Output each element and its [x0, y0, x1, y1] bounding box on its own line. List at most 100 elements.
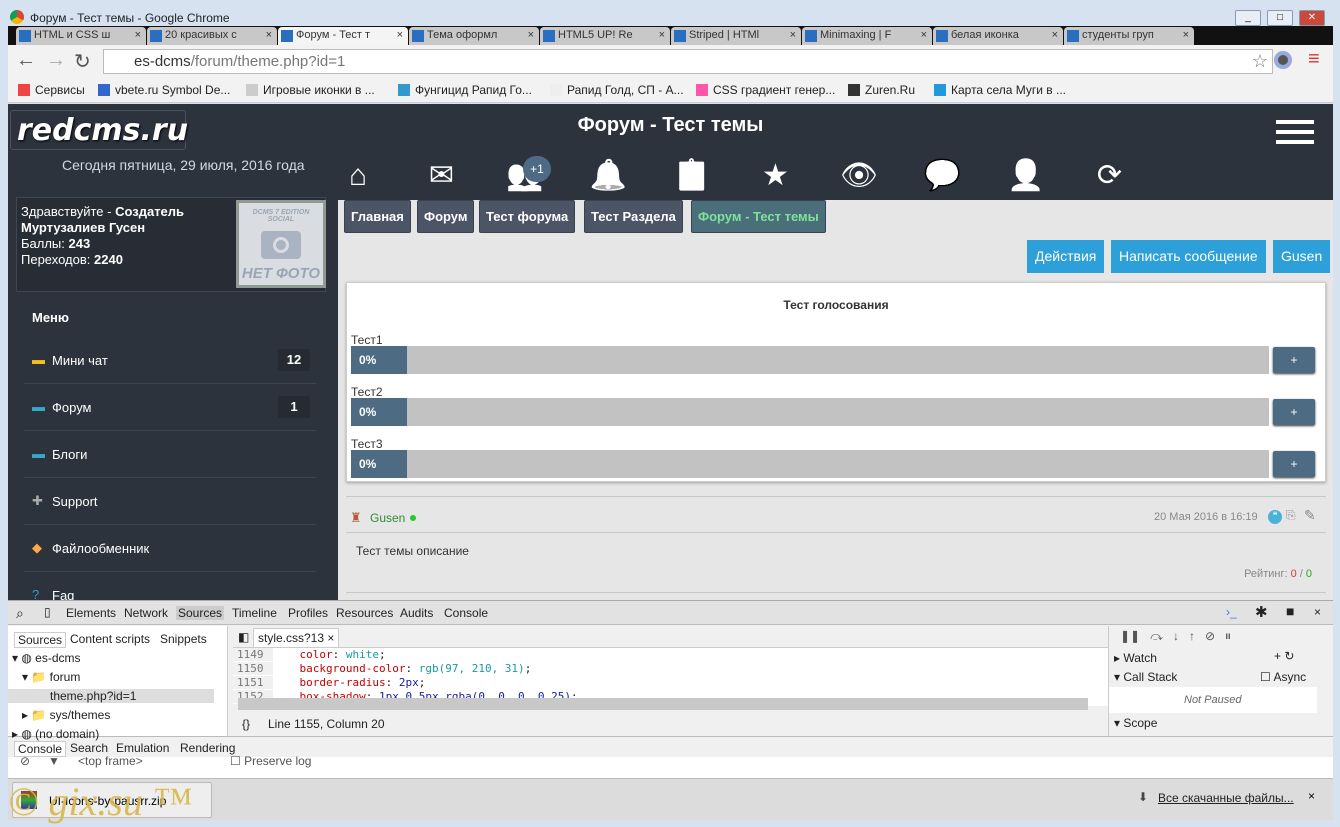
bookmark-item[interactable]: Фунгицид Рапид Го... [398, 83, 532, 97]
sidebar-item[interactable]: ? Faq [24, 573, 316, 600]
bookmark-item[interactable]: vbete.ru Symbol De... [98, 83, 230, 97]
browser-tab[interactable]: белая иконка × [933, 27, 1063, 45]
async-checkbox[interactable]: ☐ Async [1260, 670, 1306, 684]
close-tab-icon[interactable]: × [1052, 29, 1058, 41]
devtools-tab[interactable]: Network [124, 606, 168, 620]
inspect-search-icon[interactable]: ⌕ [16, 605, 24, 622]
drawer-tab[interactable]: Rendering [180, 741, 235, 755]
post-author[interactable]: Gusen [370, 511, 405, 525]
breadcrumb-item[interactable]: Форум - Тест темы [691, 200, 826, 233]
sidebar-item[interactable]: ◆ Файлообменник [24, 526, 316, 572]
watch-section[interactable]: ▸ Watch [1114, 651, 1157, 665]
browser-tab[interactable]: HTML и CSS ш × [16, 27, 146, 45]
settings-gear-icon[interactable]: ✱ [1255, 603, 1268, 621]
close-tab-icon[interactable]: × [266, 29, 272, 41]
sidebar-item[interactable]: ✚ Support [24, 479, 316, 525]
all-downloads-link[interactable]: Все скачанные файлы... [1158, 791, 1294, 805]
rating-positive[interactable]: 0 [1306, 568, 1312, 580]
file-tab[interactable]: style.css?13 × [253, 628, 340, 648]
browser-tab[interactable]: Minimaxing | F × [802, 27, 932, 45]
vote-button[interactable]: + [1273, 451, 1315, 477]
sidebar-item[interactable]: ▬ Форум 1 [24, 385, 316, 431]
navigator-tab[interactable]: Content scripts [70, 632, 150, 646]
devtools-tab[interactable]: Resources [336, 606, 393, 620]
bookmark-item[interactable]: Игровые иконки в ... [246, 83, 375, 97]
bookmark-item[interactable]: Рапид Голд, СП - А... [550, 83, 684, 97]
toggle-navigator-icon[interactable]: ◧ [238, 630, 249, 644]
devtools-tab[interactable]: Sources [176, 606, 225, 620]
eye-icon[interactable]: 👁 [839, 158, 879, 194]
close-tab-icon[interactable]: × [790, 29, 796, 41]
breadcrumb-item[interactable]: Главная [344, 200, 411, 233]
bookmark-item[interactable]: CSS градиент генер... [696, 83, 835, 97]
close-tab-icon[interactable]: × [135, 29, 141, 41]
devtools-tab[interactable]: Elements [66, 606, 116, 620]
drawer-tab[interactable]: Console [14, 741, 67, 757]
call-stack-section[interactable]: ▾ Call Stack [1114, 670, 1177, 684]
vote-button[interactable]: + [1273, 347, 1315, 373]
close-devtools-icon[interactable]: × [1314, 605, 1321, 619]
scope-section[interactable]: ▾ Scope [1114, 716, 1157, 730]
user-icon[interactable]: 👤 [1006, 158, 1046, 194]
close-tab-icon[interactable]: × [659, 29, 665, 41]
edit-pencil-icon[interactable]: ✎ [1304, 507, 1316, 524]
home-icon[interactable]: ⌂ [338, 158, 378, 194]
close-tab-icon[interactable]: × [397, 29, 403, 41]
watch-add-refresh[interactable]: + ↻ [1274, 649, 1294, 663]
browser-tab[interactable]: Форум - Тест т × [278, 27, 408, 45]
bookmark-item[interactable]: Сервисы [18, 83, 85, 97]
reload-icon[interactable]: ↻ [74, 49, 91, 74]
address-bar[interactable]: es-dcms/forum/theme.php?id=1 ☆ [103, 49, 1273, 74]
close-tab-icon[interactable]: × [528, 29, 534, 41]
devtools-tab[interactable]: Timeline [232, 606, 277, 620]
drawer-tab[interactable]: Emulation [116, 741, 169, 755]
file-tree-item[interactable]: ▸ 📁 sys/themes [22, 708, 110, 722]
sidebar-item[interactable]: ▬ Мини чат 12 [24, 338, 316, 384]
frame-select[interactable]: <top frame> [78, 754, 143, 768]
action-button[interactable]: Написать сообщение [1111, 240, 1266, 273]
navigator-tab[interactable]: Snippets [160, 632, 207, 646]
file-tree-item[interactable]: ▾ ◍ es-dcms [12, 651, 81, 665]
back-icon[interactable]: ← [16, 49, 36, 72]
bell-icon[interactable]: 🔔 [589, 158, 629, 194]
star-icon[interactable]: ★ [756, 158, 796, 194]
navigator-tab[interactable]: Sources [14, 632, 67, 648]
chat-icon[interactable]: 💬 [923, 158, 963, 194]
mail-icon[interactable]: ✉ [422, 158, 462, 194]
avatar[interactable]: DCMS 7 EDITION SOCIAL НЕТ ФОТО [236, 200, 326, 288]
site-logo[interactable]: redcms.ru [10, 110, 188, 150]
close-download-bar[interactable]: × [1308, 789, 1315, 803]
minimize-button[interactable]: _ [1235, 10, 1261, 26]
menu-icon[interactable]: ≡ [1308, 48, 1320, 71]
star-bookmark-icon[interactable]: ☆ [1252, 51, 1268, 72]
browser-tab[interactable]: Тема оформл × [409, 27, 539, 45]
maximize-button[interactable]: □ [1267, 10, 1293, 26]
browser-tab[interactable]: 20 красивых с × [147, 27, 277, 45]
devtools-tab[interactable]: Profiles [288, 606, 328, 620]
browser-tab[interactable]: Striped | HTMl × [671, 27, 801, 45]
drawer-tab[interactable]: Search [70, 741, 108, 755]
devtools-tab[interactable]: Audits [400, 606, 433, 620]
pretty-print-icon[interactable]: {} [242, 717, 250, 731]
close-tab-icon[interactable]: × [921, 29, 927, 41]
browser-tab[interactable]: HTML5 UP! Re × [540, 27, 670, 45]
hamburger-menu-icon[interactable] [1276, 120, 1314, 144]
reply-icon[interactable]: ⎘ [1286, 508, 1296, 523]
close-tab-icon[interactable]: × [1183, 29, 1189, 41]
preserve-log-checkbox[interactable]: ☐ Preserve log [230, 754, 311, 768]
sidebar-item[interactable]: ▬ Блоги [24, 432, 316, 478]
breadcrumb-item[interactable]: Тест форума [479, 200, 576, 233]
extension-eye-icon[interactable] [1274, 51, 1292, 69]
bookmark-item[interactable]: Zuren.Ru [848, 83, 915, 97]
file-tree-item[interactable]: ▾ 📁 forum [22, 670, 80, 684]
user-name[interactable]: Муртузалиев Гусен [21, 220, 145, 235]
console-drawer-icon[interactable]: ›_ [1226, 605, 1237, 619]
close-window-button[interactable]: ✕ [1299, 10, 1325, 26]
device-mode-icon[interactable]: ▯ [44, 605, 51, 619]
horizontal-scrollbar[interactable] [238, 698, 1088, 710]
clipboard-icon[interactable]: 📋 [672, 158, 712, 194]
action-button[interactable]: Gusen [1273, 240, 1331, 273]
file-tree-item[interactable]: ▸ ◍ (no domain) [12, 727, 99, 741]
dock-icon[interactable]: ■ [1286, 603, 1294, 619]
action-button[interactable]: Действия [1027, 240, 1105, 273]
